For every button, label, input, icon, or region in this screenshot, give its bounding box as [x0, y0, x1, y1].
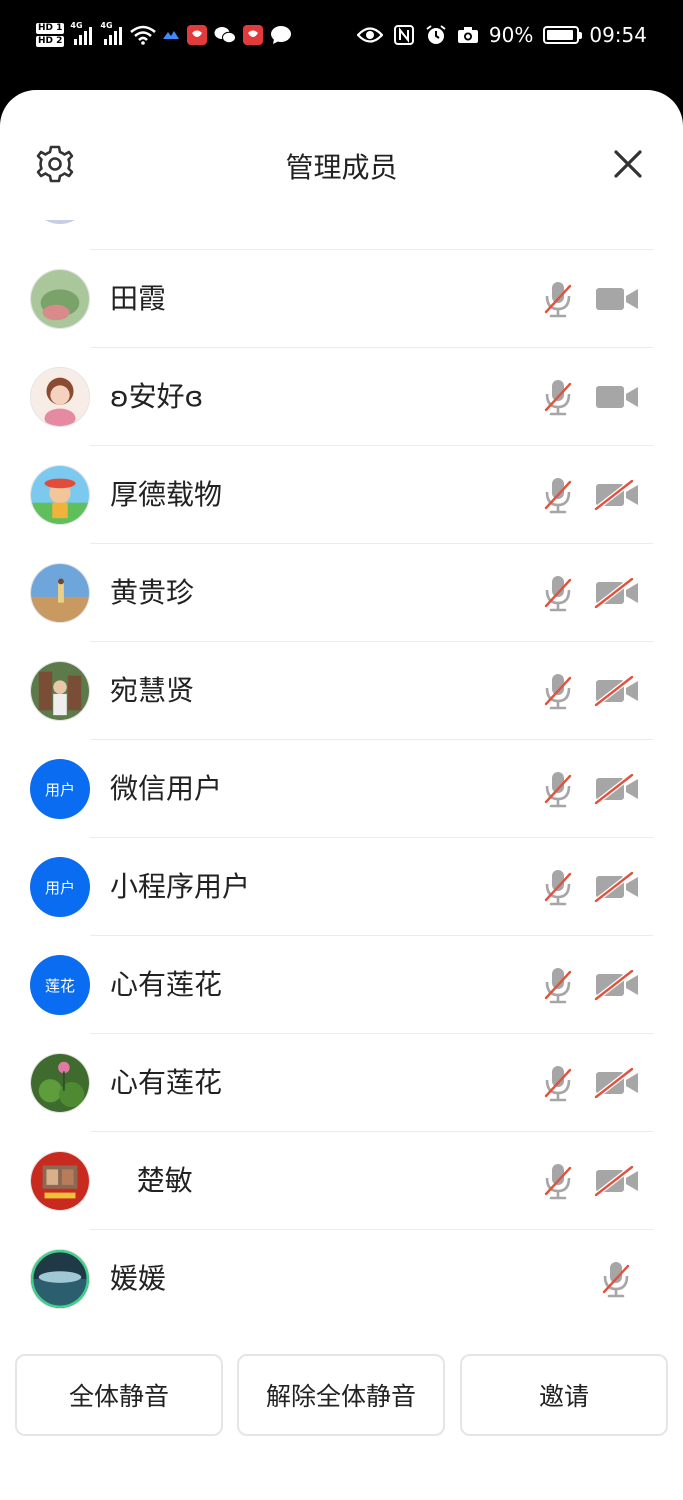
- signal-sim2-icon: 4G: [100, 21, 124, 45]
- member-row[interactable]: 厚德载物: [0, 446, 683, 544]
- alarm-icon: [425, 24, 447, 46]
- close-icon: [614, 150, 642, 178]
- battery-icon: [543, 26, 583, 44]
- camera-off-icon[interactable]: [592, 475, 642, 515]
- nfc-icon: [393, 24, 415, 46]
- camera-icon[interactable]: [592, 279, 642, 319]
- mic-muted-icon[interactable]: [538, 279, 578, 319]
- member-row[interactable]: 用户 小程序用户: [0, 838, 683, 936]
- clock-time: 09:54: [589, 23, 647, 47]
- member-row[interactable]: 心有莲花: [0, 1034, 683, 1132]
- sheet-header: 管理成员: [0, 90, 683, 220]
- avatar: [30, 367, 90, 427]
- member-list[interactable]: 田霞 ʚ安好ɞ 厚德载物 黄贵珍 宛慧贤 用户 微信用户 用户 小程序用户 莲花 心有莲花 心有莲花 …: [0, 220, 683, 1323]
- battery-percent: 90%: [488, 23, 534, 47]
- mic-muted-icon[interactable]: [538, 573, 578, 613]
- camera-off-icon[interactable]: [592, 573, 642, 613]
- red-app-icon-2: [242, 24, 264, 46]
- avatar: [30, 1151, 90, 1211]
- mic-muted-icon[interactable]: [538, 965, 578, 1005]
- mic-muted-icon[interactable]: [538, 377, 578, 417]
- close-button[interactable]: [606, 142, 650, 186]
- member-row[interactable]: 莲花 心有莲花: [0, 936, 683, 1034]
- member-name: 楚敏: [110, 1164, 193, 1197]
- hd-indicator: HD 1 HD 2: [36, 23, 65, 47]
- partial-list-item: [0, 220, 683, 250]
- member-name: 微信用户: [110, 772, 223, 805]
- message-icon: [270, 25, 292, 45]
- member-name: 田霞: [110, 282, 167, 315]
- page-title: 管理成员: [285, 151, 398, 184]
- status-bar: HD 1 HD 2 4G 4G 90% 09:54: [0, 0, 683, 70]
- camera-off-icon[interactable]: [592, 965, 642, 1005]
- camera-off-icon[interactable]: [592, 1063, 642, 1103]
- hd1-label: HD 1: [36, 23, 65, 34]
- avatar: [30, 563, 90, 623]
- mic-muted-icon[interactable]: [538, 1063, 578, 1103]
- signal-sim1-icon: 4G: [70, 21, 94, 45]
- avatar: 莲花: [30, 955, 90, 1015]
- avatar: [30, 1053, 90, 1113]
- member-row[interactable]: 媛媛: [0, 1230, 683, 1323]
- mic-muted-icon[interactable]: [538, 867, 578, 907]
- member-name: 厚德载物: [110, 478, 223, 511]
- mic-muted-icon[interactable]: [538, 769, 578, 809]
- status-right: 90% 09:54: [356, 15, 647, 55]
- status-left: HD 1 HD 2 4G 4G: [36, 15, 292, 55]
- member-name: 媛媛: [110, 1262, 167, 1295]
- camera-off-icon[interactable]: [592, 769, 642, 809]
- mic-muted-icon[interactable]: [538, 671, 578, 711]
- camera-off-icon[interactable]: [592, 671, 642, 711]
- member-name: 心有莲花: [110, 1066, 223, 1099]
- avatar: 用户: [30, 759, 90, 819]
- member-name: ʚ安好ɞ: [110, 380, 204, 413]
- hd2-label: HD 2: [36, 36, 65, 47]
- camera-off-icon[interactable]: [592, 1161, 642, 1201]
- member-name: 心有莲花: [110, 968, 223, 1001]
- avatar: [30, 465, 90, 525]
- avatar: [30, 220, 90, 224]
- manage-members-sheet: 管理成员 田霞 ʚ安好ɞ 厚德载物 黄贵珍 宛慧贤 用户 微信用户 用户 小程序用户 莲花 心有莲花…: [0, 90, 683, 1500]
- mic-muted-icon[interactable]: [596, 1259, 636, 1299]
- member-name: 宛慧贤: [110, 674, 195, 707]
- wechat-icon: [214, 25, 237, 45]
- action-bar: 全体静音 解除全体静音 邀请: [0, 1354, 683, 1438]
- member-row[interactable]: 用户 微信用户: [0, 740, 683, 838]
- avatar: [30, 269, 90, 329]
- camera-status-icon: [457, 26, 479, 44]
- member-row[interactable]: 宛慧贤: [0, 642, 683, 740]
- app-notification-icon: [162, 29, 180, 41]
- member-row[interactable]: ʚ安好ɞ: [0, 348, 683, 446]
- red-app-icon: [186, 24, 208, 46]
- unmute-all-button[interactable]: 解除全体静音: [237, 1354, 445, 1436]
- member-row[interactable]: 田霞: [0, 250, 683, 348]
- mute-all-button[interactable]: 全体静音: [15, 1354, 223, 1436]
- member-name: 小程序用户: [110, 870, 251, 903]
- camera-off-icon[interactable]: [592, 867, 642, 907]
- mic-muted-icon[interactable]: [538, 475, 578, 515]
- avatar: 用户: [30, 857, 90, 917]
- avatar: [30, 1249, 90, 1309]
- member-row[interactable]: 楚敏: [0, 1132, 683, 1230]
- mic-muted-icon[interactable]: [538, 1161, 578, 1201]
- member-name: 黄贵珍: [110, 576, 195, 609]
- wifi-icon: [130, 25, 157, 45]
- member-row[interactable]: 黄贵珍: [0, 544, 683, 642]
- avatar: [30, 661, 90, 721]
- camera-icon[interactable]: [592, 377, 642, 417]
- invite-button[interactable]: 邀请: [460, 1354, 668, 1436]
- eye-icon: [356, 26, 383, 44]
